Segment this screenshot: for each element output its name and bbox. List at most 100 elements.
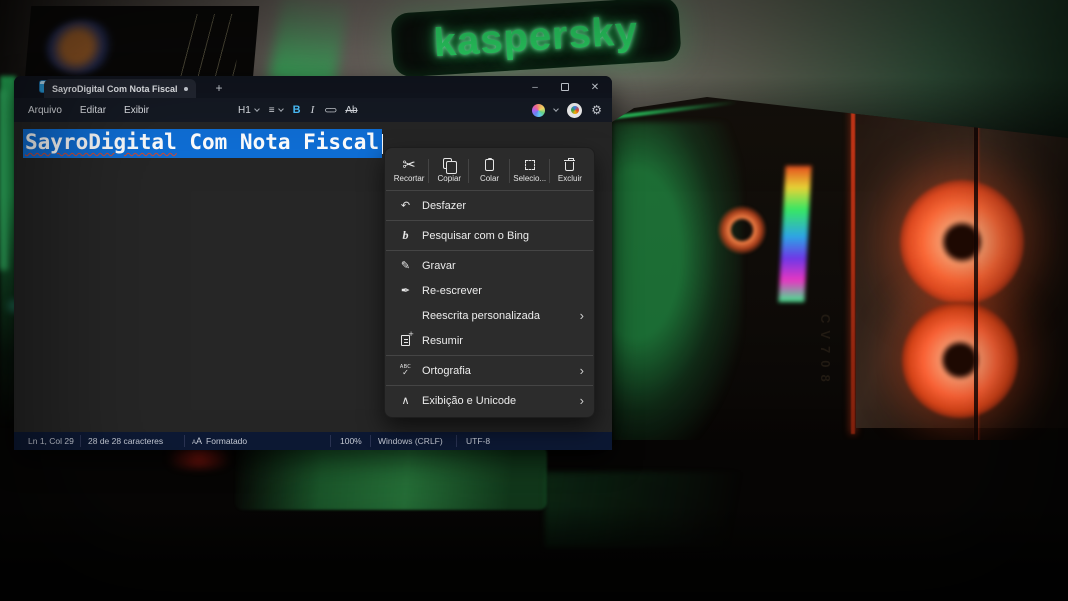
- green-mousepad: [235, 446, 547, 510]
- bing-icon: b: [398, 228, 413, 243]
- copilot-icon[interactable]: [532, 104, 545, 117]
- list-icon: ≡: [269, 105, 275, 116]
- menu-separator: [386, 355, 593, 356]
- list-dropdown[interactable]: ≡: [269, 105, 283, 116]
- context-menu-item-gravar[interactable]: ✎ Gravar: [385, 253, 594, 278]
- status-bar: Ln 1, Col 29 28 de 28 caracteres AA Form…: [14, 432, 612, 450]
- delete-action[interactable]: Excluir: [550, 153, 590, 187]
- select-all-icon: [525, 158, 535, 172]
- cut-action[interactable]: ✂ Recortar: [389, 153, 429, 187]
- rgb-fan-glow: [43, 20, 118, 74]
- screenshot-root: kaspersky CV708 SayroDigital Com Nota Fi…: [0, 0, 1068, 601]
- toolbar-right-icons: ⚙: [532, 103, 602, 118]
- context-menu-item-desfazer[interactable]: ↶ Desfazer: [385, 193, 594, 218]
- misspelled-word: SayroDigital: [25, 130, 177, 154]
- desk-area: [0, 440, 1068, 601]
- context-menu-item-reescrita-personalizada[interactable]: Reescrita personalizada ›: [385, 303, 594, 328]
- status-separator: [456, 435, 457, 447]
- rgb-ram-strip: [778, 166, 811, 302]
- submenu-arrow-icon: ›: [580, 394, 584, 407]
- formatting-icon: AA: [192, 436, 202, 446]
- link-button[interactable]: ⊂⊃: [324, 105, 335, 116]
- orange-fan-top: [900, 180, 1024, 304]
- window-controls: – ✕: [520, 76, 610, 98]
- line-ending[interactable]: Windows (CRLF): [378, 432, 443, 450]
- left-green-glow-core: [0, 90, 8, 270]
- heading-dropdown[interactable]: H1: [238, 105, 259, 116]
- case-model-label: CV708: [818, 314, 833, 389]
- case-vent-slats: [175, 14, 240, 76]
- context-menu-item-ortografia[interactable]: ABC✓ Ortografia ›: [385, 358, 594, 383]
- summarize-doc-icon: +: [398, 335, 413, 346]
- clear-format-button[interactable]: Ab: [345, 105, 357, 116]
- selected-text-rest: Com Nota Fiscal: [177, 130, 379, 154]
- bold-button[interactable]: B: [293, 104, 301, 116]
- document-tab[interactable]: SayroDigital Com Nota Fiscal: [44, 79, 196, 98]
- context-menu-item-pesquisar-bing[interactable]: b Pesquisar com o Bing: [385, 223, 594, 248]
- title-bar: SayroDigital Com Nota Fiscal + – ✕: [14, 76, 612, 98]
- menu-toolbar: Arquivo Editar Exibir H1 ≡ B I ⊂⊃ Ab: [14, 98, 612, 122]
- maximize-icon: [561, 83, 569, 91]
- select-all-action[interactable]: Selecio...: [510, 153, 550, 187]
- status-separator: [184, 435, 185, 447]
- avatar-logo: [571, 106, 579, 114]
- encoding[interactable]: UTF-8: [466, 432, 490, 450]
- context-menu-action-row: ✂ Recortar Copiar Colar Selecio... Exclu…: [385, 151, 594, 188]
- menu-exibir[interactable]: Exibir: [124, 105, 149, 116]
- undo-icon: ↶: [398, 199, 413, 212]
- context-menu: ✂ Recortar Copiar Colar Selecio... Exclu…: [384, 147, 595, 418]
- scissors-icon: ✂: [402, 158, 415, 172]
- unsaved-indicator-dot: [184, 87, 188, 91]
- orange-fan-bottom: [902, 302, 1018, 418]
- copilot-chevron-down-icon[interactable]: [553, 106, 559, 112]
- desk-dark-fade: [0, 506, 1068, 601]
- menu-bar: Arquivo Editar Exibir: [28, 105, 149, 116]
- chevron-down-icon: [254, 106, 260, 112]
- copy-action[interactable]: Copiar: [429, 153, 469, 187]
- status-separator: [80, 435, 81, 447]
- menu-separator: [386, 250, 593, 251]
- copy-icon: [443, 158, 455, 172]
- menu-separator: [386, 385, 593, 386]
- account-avatar[interactable]: [567, 103, 582, 118]
- heading-label: H1: [238, 105, 251, 116]
- submenu-arrow-icon: ›: [580, 309, 584, 322]
- red-light-streak: [156, 448, 242, 468]
- context-menu-item-re-escrever[interactable]: ✒ Re-escrever: [385, 278, 594, 303]
- selected-text[interactable]: SayroDigital Com Nota Fiscal: [23, 129, 382, 158]
- pc-case-top-left: [25, 6, 259, 80]
- rewrite-pen-icon: ✒: [398, 284, 413, 297]
- italic-button[interactable]: I: [311, 104, 315, 116]
- trash-icon: [565, 158, 574, 172]
- kaspersky-logo-text: kaspersky: [432, 8, 639, 65]
- interior-green-glow: [612, 122, 742, 452]
- character-count: 28 de 28 caracteres: [88, 432, 163, 450]
- spellcheck-icon: ABC✓: [398, 365, 413, 377]
- cursor-position: Ln 1, Col 29: [28, 432, 74, 450]
- menu-arquivo[interactable]: Arquivo: [28, 105, 62, 116]
- maximize-button[interactable]: [550, 76, 580, 98]
- context-menu-item-resumir[interactable]: + Resumir: [385, 328, 594, 353]
- status-separator: [330, 435, 331, 447]
- cpu-cooler-orange-ring: [716, 204, 768, 256]
- paste-action[interactable]: Colar: [469, 153, 509, 187]
- new-tab-button[interactable]: +: [210, 79, 228, 97]
- close-button[interactable]: ✕: [580, 76, 610, 98]
- pc-case-right: CV708: [612, 92, 1068, 484]
- format-status[interactable]: AA Formatado: [192, 432, 247, 450]
- tab-title: SayroDigital Com Nota Fiscal: [52, 84, 178, 94]
- glass-edge-red-line: [851, 102, 855, 434]
- zoom-level[interactable]: 100%: [340, 432, 362, 450]
- menu-separator: [386, 190, 593, 191]
- menu-separator: [386, 220, 593, 221]
- status-separator: [370, 435, 371, 447]
- minimize-button[interactable]: –: [520, 76, 550, 98]
- case-seam-line: [974, 100, 978, 476]
- chevron-down-icon: [278, 106, 284, 112]
- menu-editar[interactable]: Editar: [80, 105, 106, 116]
- record-pen-icon: ✎: [398, 259, 413, 272]
- text-caret: [382, 134, 383, 154]
- context-menu-item-exibicao-unicode[interactable]: ∧ Exibição e Unicode ›: [385, 388, 594, 413]
- paste-icon: [485, 158, 494, 172]
- settings-gear-icon[interactable]: ⚙: [591, 103, 602, 117]
